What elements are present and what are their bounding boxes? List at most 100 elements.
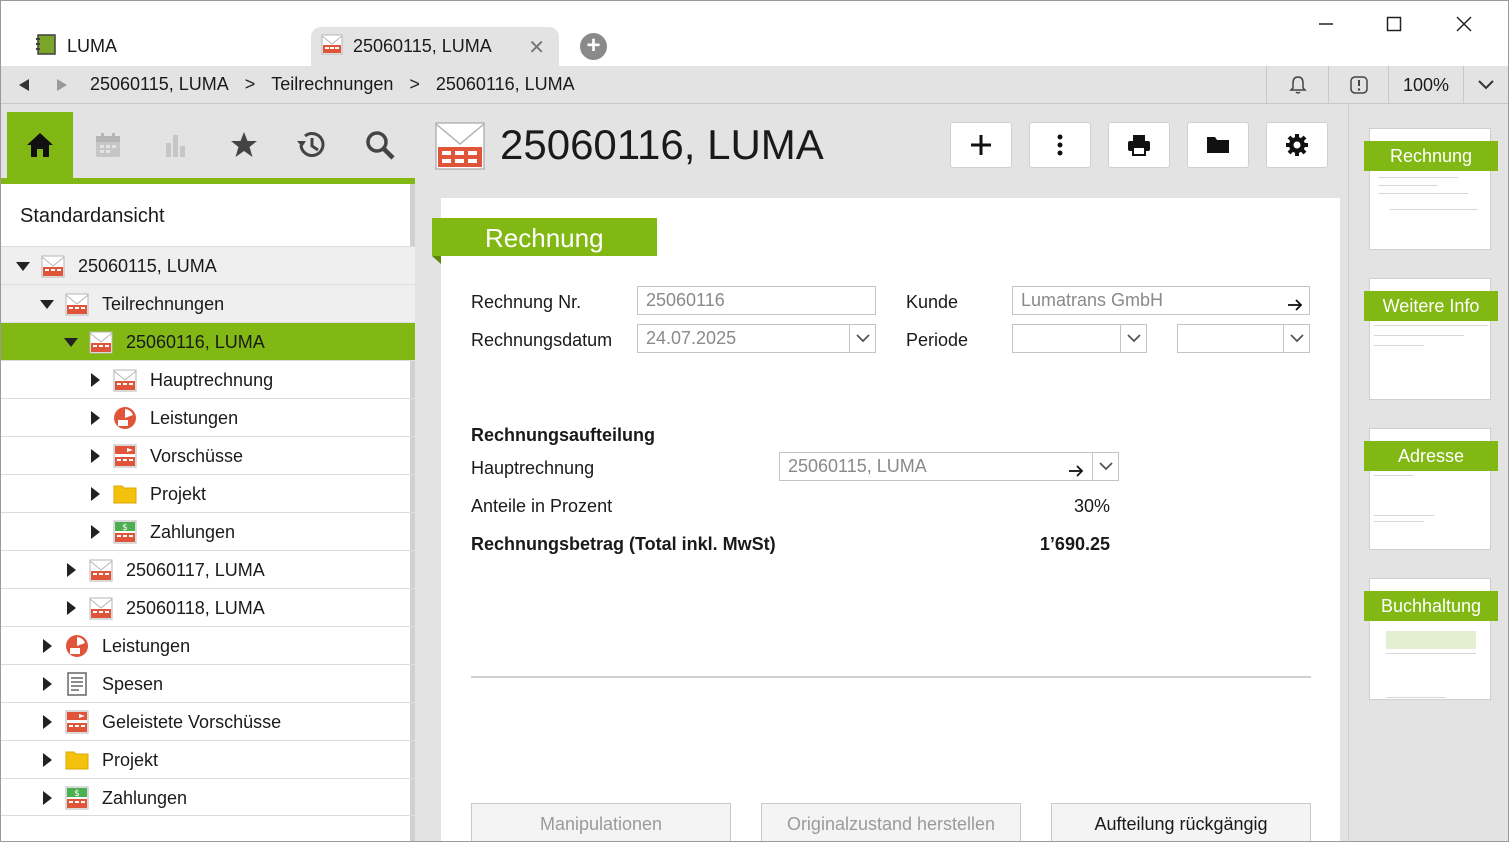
arrow-right-icon[interactable] (1068, 459, 1084, 486)
expand-right-icon[interactable] (91, 411, 100, 425)
expand-right-icon[interactable] (43, 753, 52, 767)
thumbnail-label: Weitere Info (1364, 291, 1498, 321)
tree-item-label: Hauptrechnung (150, 370, 274, 390)
periode-to-field[interactable] (1177, 324, 1310, 353)
history-icon[interactable] (279, 112, 345, 178)
expand-down-icon[interactable] (16, 262, 30, 271)
chevron-down-icon[interactable] (1120, 325, 1146, 352)
tree-item-zahlungen-root[interactable]: $ Zahlungen (1, 778, 415, 816)
thumbnail-line (1378, 185, 1438, 186)
search-icon[interactable] (347, 112, 413, 178)
expand-right-icon[interactable] (43, 791, 52, 805)
thumbnail-line (1386, 697, 1446, 698)
expand-right-icon[interactable] (91, 487, 100, 501)
tree-item-hauptrechnung[interactable]: Hauptrechnung (1, 360, 415, 398)
tree-item-25060117[interactable]: 25060117, LUMA (1, 550, 415, 588)
chevron-down-icon[interactable] (849, 325, 875, 352)
tree-item-projekt[interactable]: Projekt (1, 474, 415, 512)
zoom-level[interactable]: 100% (1388, 66, 1463, 104)
rechnung-nr-field[interactable]: 25060116 (637, 286, 876, 315)
add-tab-icon[interactable]: + (580, 33, 607, 60)
thumbnail-line (1374, 345, 1424, 346)
advance-payment-icon (65, 710, 89, 734)
chevron-down-icon[interactable] (1463, 66, 1508, 104)
expand-right-icon[interactable] (91, 449, 100, 463)
hauptrechnung-field[interactable]: 25060115, LUMA (779, 452, 1119, 481)
print-button[interactable] (1108, 122, 1170, 168)
services-clock-icon (66, 635, 88, 657)
thumbnail-adresse[interactable]: Adresse (1364, 428, 1498, 550)
periode-label: Periode (906, 330, 969, 350)
breadcrumb-item[interactable]: 25060115, LUMA (90, 74, 229, 95)
tree-item-25060118[interactable]: 25060118, LUMA (1, 588, 415, 626)
expand-right-icon[interactable] (43, 639, 52, 653)
expand-right-icon[interactable] (43, 715, 52, 729)
expand-right-icon[interactable] (67, 601, 76, 615)
close-tab-icon[interactable]: ✕ (528, 35, 545, 60)
tree-item-projekt-root[interactable]: Projekt (1, 740, 415, 778)
originalzustand-button[interactable]: Originalzustand herstellen (761, 803, 1021, 841)
hauptrechnung-value: 25060115, LUMA (788, 456, 927, 476)
main-content: 25060116, LUMA Rechnung Rechnung Nr. 250… (420, 104, 1348, 841)
star-icon[interactable] (211, 112, 277, 178)
tree-item-label: Leistungen (102, 636, 191, 656)
expand-right-icon[interactable] (91, 373, 100, 387)
expand-right-icon[interactable] (43, 677, 52, 691)
rechnungsdatum-value: 24.07.2025 (646, 328, 737, 348)
thumbnail-rechnung[interactable]: Rechnung (1364, 128, 1498, 250)
tree-item-25060116[interactable]: 25060116, LUMA (1, 322, 415, 360)
tree-item-zahlungen[interactable]: $ Zahlungen (1, 512, 415, 550)
tree-item-spesen[interactable]: Spesen (1, 664, 415, 702)
close-window-icon[interactable] (1449, 9, 1479, 39)
bell-icon[interactable] (1266, 66, 1328, 104)
minimize-icon[interactable] (1311, 9, 1341, 39)
tree-item-label: Zahlungen (102, 788, 188, 808)
expand-right-icon[interactable] (91, 525, 100, 539)
breadcrumb-item[interactable]: Teilrechnungen (271, 74, 393, 95)
back-arrow-icon[interactable] (15, 76, 33, 94)
tree-item-leistungen-root[interactable]: Leistungen (1, 626, 415, 664)
invoice-icon (89, 559, 113, 582)
tab-luma[interactable]: LUMA (31, 27, 301, 66)
calendar-icon[interactable] (75, 112, 141, 178)
home-icon[interactable] (7, 112, 73, 178)
rechnungsdatum-field[interactable]: 24.07.2025 (637, 324, 876, 353)
kunde-field[interactable]: Lumatrans GmbH (1012, 286, 1310, 315)
tree-item-teilrechnungen[interactable]: Teilrechnungen (1, 284, 415, 322)
expand-right-icon[interactable] (67, 563, 76, 577)
tree-item-leistungen[interactable]: Leistungen (1, 398, 415, 436)
settings-button[interactable] (1266, 122, 1328, 168)
maximize-icon[interactable] (1379, 9, 1409, 39)
tree-item-vorschuesse[interactable]: Vorschüsse (1, 436, 415, 474)
plus-icon (971, 135, 991, 155)
tree-item-25060115[interactable]: 25060115, LUMA (1, 246, 415, 284)
svg-text:$: $ (122, 523, 128, 533)
expand-down-icon[interactable] (64, 338, 78, 347)
alert-icon[interactable] (1328, 66, 1388, 104)
arrow-right-icon[interactable] (1287, 293, 1303, 320)
thumbnail-buchhaltung[interactable]: Buchhaltung (1364, 578, 1498, 700)
periode-from-field[interactable] (1012, 324, 1147, 353)
breadcrumb-separator: > (409, 74, 420, 94)
more-button[interactable] (1029, 122, 1091, 168)
rechnungsdatum-label: Rechnungsdatum (471, 330, 613, 350)
folder-button[interactable] (1187, 122, 1249, 168)
chevron-down-icon[interactable] (1092, 453, 1118, 480)
forward-arrow-icon[interactable] (53, 76, 71, 94)
chevron-down-icon[interactable] (1283, 325, 1309, 352)
payments-icon: $ (113, 520, 137, 544)
tree-item-geleistete-vorschuesse[interactable]: Geleistete Vorschüsse (1, 702, 415, 740)
tree-item-label: Geleistete Vorschüsse (102, 712, 282, 732)
breadcrumb-item[interactable]: 25060116, LUMA (436, 74, 575, 95)
thumbnail-weitere-info[interactable]: Weitere Info (1364, 278, 1498, 400)
address-bar: 25060115, LUMA > Teilrechnungen > 250601… (1, 66, 1508, 104)
aufteilung-rueckgaengig-button[interactable]: Aufteilung rückgängig (1051, 803, 1311, 841)
page-title: 25060116, LUMA (500, 121, 824, 168)
invoice-icon (89, 597, 113, 620)
add-button[interactable] (950, 122, 1012, 168)
manipulationen-button[interactable]: Manipulationen (471, 803, 731, 841)
view-title[interactable]: Standardansicht (20, 205, 165, 228)
expand-down-icon[interactable] (40, 300, 54, 309)
tab-active-invoice[interactable]: 25060115, LUMA ✕ (311, 27, 559, 66)
bar-chart-icon[interactable] (143, 112, 209, 178)
